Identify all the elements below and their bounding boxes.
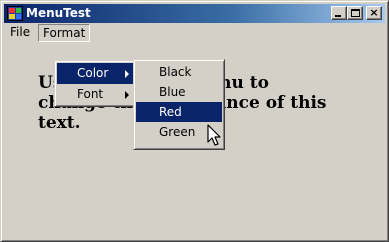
menu-item-label: Black [159, 65, 192, 79]
format-dropdown-menu: Color Font [54, 60, 138, 107]
title-bar[interactable]: MenuTest × [4, 4, 385, 23]
menu-bar: File Format [4, 23, 385, 42]
menu-item-red[interactable]: Red [136, 102, 222, 122]
submenu-arrow-icon [125, 91, 129, 99]
menu-item-label: Green [159, 125, 196, 139]
menu-item-label: Blue [159, 85, 186, 99]
mouse-pointer-icon [207, 124, 221, 146]
app-icon[interactable] [7, 6, 23, 21]
menu-format[interactable]: Format [38, 24, 91, 42]
menu-item-font[interactable]: Font [57, 84, 135, 105]
menu-file[interactable]: File [6, 24, 34, 40]
submenu-arrow-icon [125, 70, 129, 78]
menu-item-label: Color [77, 66, 109, 80]
menu-item-label: Red [159, 105, 182, 119]
menu-item-black[interactable]: Black [136, 62, 222, 82]
close-button[interactable]: × [366, 6, 382, 20]
menu-item-blue[interactable]: Blue [136, 82, 222, 102]
menu-item-color[interactable]: Color [57, 63, 135, 84]
minimize-button[interactable] [331, 6, 347, 20]
menu-item-label: Font [77, 87, 104, 101]
window-title: MenuTest [26, 6, 91, 20]
maximize-button[interactable] [347, 6, 363, 20]
